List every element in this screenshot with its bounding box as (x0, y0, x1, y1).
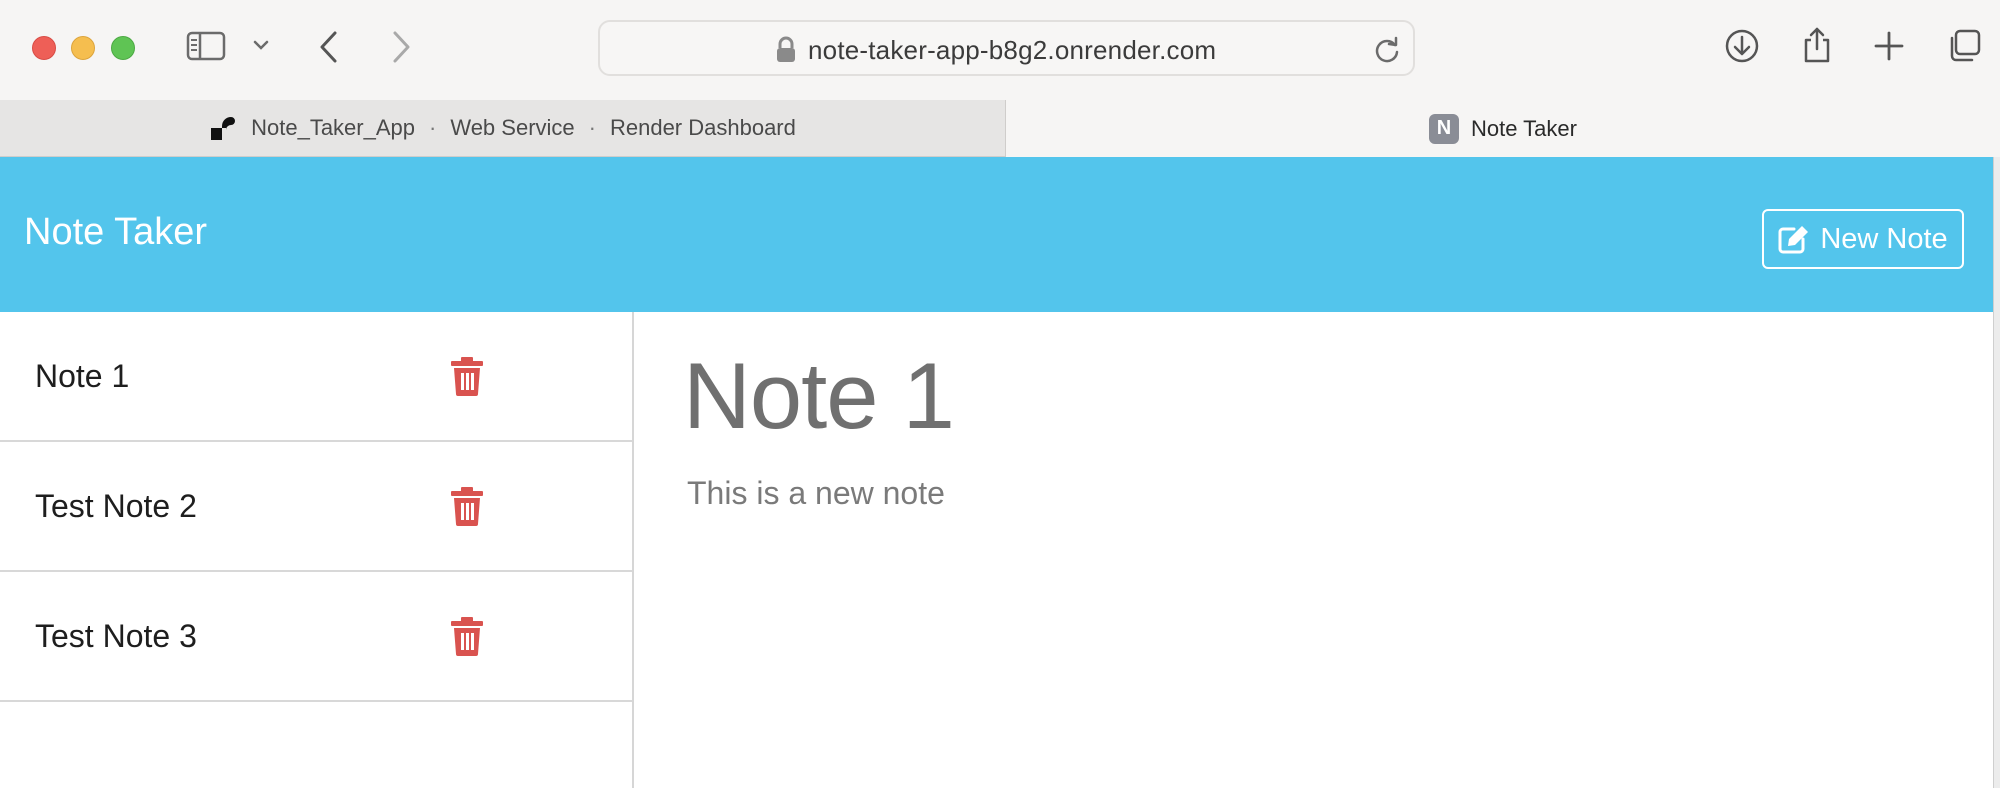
note-title: Test Note 3 (35, 618, 197, 654)
tabs-overview-icon[interactable] (1946, 28, 1982, 64)
plus-icon[interactable] (1873, 30, 1905, 62)
note-title-input[interactable]: Note 1 (683, 342, 955, 450)
tab-render-dashboard[interactable]: Note_Taker_App · Web Service · Render Da… (0, 100, 1006, 157)
trash-icon[interactable] (450, 486, 484, 531)
list-item[interactable]: Note 1 (0, 312, 632, 442)
list-item[interactable]: Test Note 2 (0, 442, 632, 572)
window-edge (1993, 157, 2000, 788)
note-editor: Note 1 This is a new note (636, 312, 1993, 788)
close-window-button[interactable] (32, 36, 56, 60)
chevron-down-icon[interactable] (252, 38, 270, 52)
tab-separator: · (429, 115, 437, 140)
note-title: Note 1 (35, 358, 130, 394)
minimize-window-button[interactable] (71, 36, 95, 60)
new-note-button[interactable]: New Note (1762, 209, 1964, 269)
note-title: Test Note 2 (35, 488, 197, 524)
new-note-label: New Note (1820, 222, 1948, 255)
tab-label: Note Taker (1471, 115, 1577, 141)
back-icon[interactable] (318, 30, 340, 64)
list-item[interactable]: Test Note 3 (0, 572, 632, 702)
render-logo-icon (211, 117, 236, 140)
zoom-window-button[interactable] (111, 36, 135, 60)
download-icon[interactable] (1724, 28, 1760, 64)
trash-icon[interactable] (450, 616, 484, 661)
tab-separator: · (588, 115, 596, 140)
app-brand[interactable]: Note Taker (24, 211, 207, 254)
url-text: note-taker-app-b8g2.onrender.com (808, 35, 1217, 65)
tab-bar: Note_Taker_App · Web Service · Render Da… (0, 100, 2000, 157)
note-taker-favicon-icon: N (1429, 113, 1459, 144)
sidebar-icon[interactable] (186, 30, 226, 62)
notes-list: Note 1 Test Note 2 Test Note 3 (0, 312, 634, 788)
tab-label-part: Render Dashboard (609, 115, 796, 140)
address-bar[interactable]: note-taker-app-b8g2.onrender.com (598, 20, 1415, 76)
browser-toolbar: note-taker-app-b8g2.onrender.com (0, 0, 2000, 100)
reload-icon[interactable] (1373, 36, 1401, 69)
forward-icon[interactable] (390, 30, 412, 64)
trash-icon[interactable] (450, 356, 484, 401)
lock-icon (775, 36, 797, 69)
app-navbar: Note Taker New Note (0, 157, 1993, 312)
tab-label-part: Web Service (450, 115, 575, 140)
note-text-area[interactable]: This is a new note (687, 475, 945, 512)
share-icon[interactable] (1800, 26, 1834, 64)
tab-note-taker[interactable]: N Note Taker (1006, 100, 2000, 157)
edit-icon (1778, 226, 1809, 254)
tab-label-part: Note_Taker_App (251, 115, 415, 140)
